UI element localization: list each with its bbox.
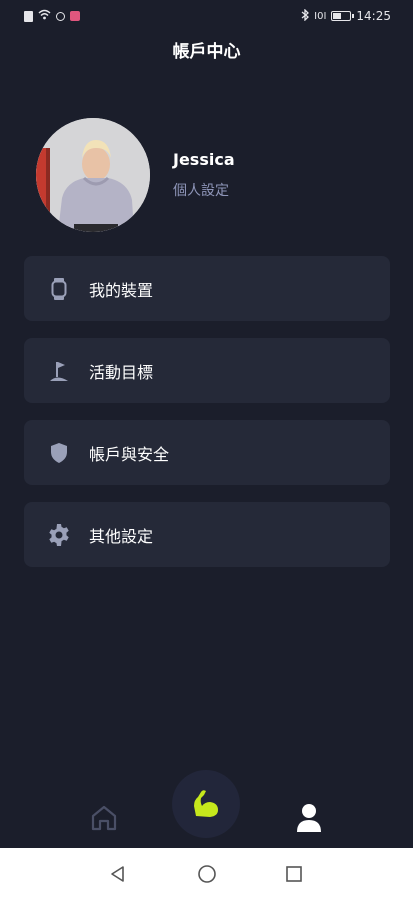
- recents-button[interactable]: [281, 862, 307, 886]
- home-button[interactable]: [194, 862, 220, 886]
- status-icons-right: I0I 14:25: [301, 7, 391, 24]
- page-title: 帳戶中心: [172, 42, 241, 62]
- sim-icon: [24, 10, 33, 22]
- menu-item-label: 活動目標: [89, 362, 154, 382]
- account-menu: 我的裝置 活動目標 帳戶與安全 其他設定: [24, 256, 390, 584]
- flexed-arm-icon: [194, 790, 218, 817]
- bluetooth-icon: [301, 7, 310, 24]
- menu-item-activity-goals[interactable]: 活動目標: [24, 338, 390, 403]
- bottom-tab-bar: [0, 770, 413, 848]
- home-circle-icon: [198, 865, 216, 883]
- shield-icon: [47, 441, 71, 465]
- home-icon: [91, 805, 117, 831]
- sync-icon: [56, 11, 65, 21]
- system-navigation-bar: [0, 848, 413, 900]
- recents-square-icon: [286, 866, 302, 882]
- menu-item-label: 其他設定: [89, 526, 154, 546]
- status-bar: I0I 14:25: [0, 0, 413, 32]
- menu-item-other-settings[interactable]: 其他設定: [24, 502, 390, 567]
- profile-section: Jessica 個人設定: [36, 118, 235, 232]
- avatar-photo: [36, 118, 150, 232]
- wifi-icon: [38, 9, 51, 23]
- status-icons-left: [24, 9, 80, 23]
- menu-item-account-security[interactable]: 帳戶與安全: [24, 420, 390, 485]
- battery-icon: [331, 11, 355, 21]
- profile-text: Jessica 個人設定: [173, 149, 235, 201]
- menu-item-label: 我的裝置: [89, 280, 154, 300]
- watch-icon: [47, 277, 71, 301]
- back-triangle-icon: [111, 866, 124, 882]
- avatar[interactable]: [36, 118, 150, 232]
- back-button[interactable]: [105, 862, 131, 886]
- person-icon: [297, 804, 321, 832]
- status-time: 14:25: [356, 9, 391, 23]
- menu-item-label: 帳戶與安全: [89, 444, 170, 464]
- message-icon: [70, 11, 80, 21]
- tab-home[interactable]: [84, 798, 124, 838]
- battery-level: [333, 13, 341, 19]
- gear-icon: [47, 523, 71, 547]
- signal-indicator: I0I: [314, 10, 327, 22]
- tab-workout[interactable]: [172, 770, 240, 838]
- flag-icon: [47, 359, 71, 383]
- personal-settings-link[interactable]: 個人設定: [173, 181, 235, 201]
- tab-account[interactable]: [289, 798, 329, 838]
- menu-item-my-devices[interactable]: 我的裝置: [24, 256, 390, 321]
- profile-name: Jessica: [173, 150, 235, 169]
